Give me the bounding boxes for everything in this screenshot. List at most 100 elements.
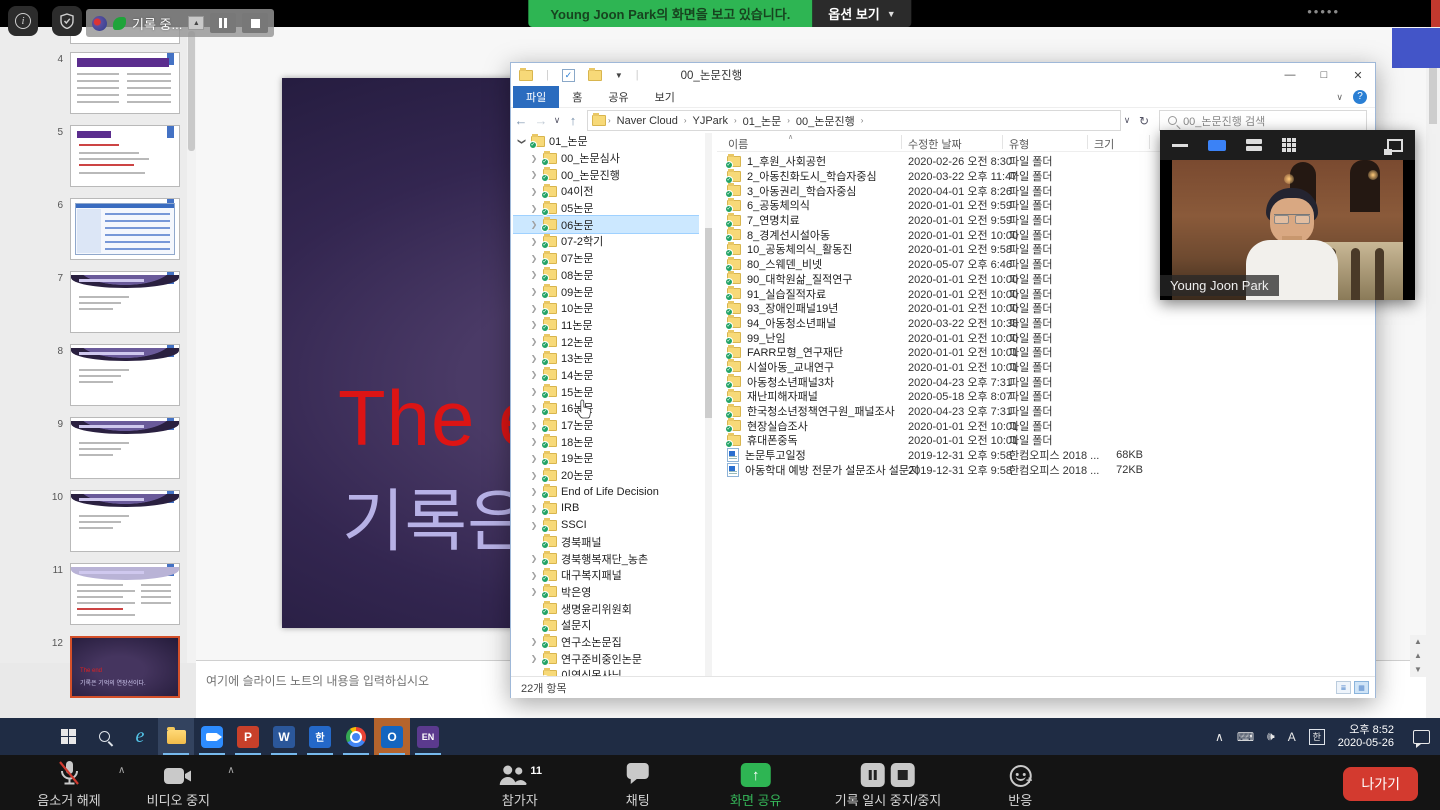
hancom-icon[interactable]: 한	[302, 718, 338, 755]
explorer-titlebar[interactable]: | ✓ ▼ | 00_논문진행 — □ ✕	[511, 63, 1375, 87]
speaker-icon[interactable]: 🕪	[1267, 729, 1275, 744]
tree-scrollbar[interactable]	[705, 133, 712, 676]
tree-item[interactable]: ❯✓05논문	[513, 200, 699, 217]
breadcrumb-segment[interactable]: Naver Cloud	[613, 115, 682, 127]
ribbon-expand-caret-icon[interactable]: ∨	[1336, 92, 1343, 103]
tree-item[interactable]: ❯✓12논문	[513, 333, 699, 350]
encryption-button[interactable]	[52, 6, 82, 36]
zoom-app-icon[interactable]	[194, 718, 230, 755]
more-options-icon[interactable]: •••••	[1307, 4, 1340, 19]
column-size[interactable]: 크기	[1094, 136, 1114, 152]
tree-item[interactable]: ❯✓19논문	[513, 450, 699, 467]
prev-slide-icon[interactable]: ▲	[1410, 649, 1426, 663]
tree-item[interactable]: ❯✓IRB	[513, 500, 699, 517]
slide-thumbnail[interactable]: The end기록은 기억의 연장선이다.	[70, 636, 180, 698]
tree-item[interactable]: ❯✓07논문	[513, 250, 699, 267]
tree-item[interactable]: ✓설문지	[513, 617, 699, 634]
breadcrumb-segment[interactable]: 01_논문	[739, 113, 786, 129]
share-screen-button[interactable]: ↑ 화면 공유	[717, 759, 795, 809]
refresh-icon[interactable]: ↻	[1139, 114, 1149, 128]
powerpoint-icon[interactable]: P	[230, 718, 266, 755]
slide-thumbnail[interactable]	[70, 52, 180, 114]
expander-icon[interactable]: ❯	[529, 471, 539, 480]
mic-options-caret-icon[interactable]: ∧	[118, 765, 125, 809]
expander-icon[interactable]: ❯	[529, 404, 539, 413]
ime-mode-indicator[interactable]: A	[1288, 730, 1296, 744]
expander-icon[interactable]: ❯	[529, 337, 539, 346]
leave-meeting-button[interactable]: 나가기	[1343, 767, 1418, 801]
minimize-button[interactable]: —	[1273, 63, 1307, 87]
taskbar-clock[interactable]: 오후 8:52 2020-05-26	[1338, 724, 1394, 750]
expander-icon[interactable]: ❯	[529, 554, 539, 563]
stop-video-button[interactable]: 비디오 중지	[139, 759, 217, 809]
tree-item[interactable]: ❯✓08논문	[513, 267, 699, 284]
tree-item[interactable]: ❯✓20논문	[513, 467, 699, 484]
expander-icon[interactable]: ❯	[529, 370, 539, 379]
tree-item[interactable]: ❯✓04이전	[513, 183, 699, 200]
expander-icon[interactable]: ❯	[529, 354, 539, 363]
strip-view-icon[interactable]	[1246, 139, 1262, 151]
tree-item[interactable]: ❯✓18논문	[513, 433, 699, 450]
tab-share[interactable]: 공유	[595, 86, 641, 108]
tree-item[interactable]: ❯✓연구소논문집	[513, 634, 699, 651]
expander-icon[interactable]: ❯	[529, 270, 539, 279]
maximize-button[interactable]: □	[1307, 63, 1341, 87]
slide-thumbnail[interactable]	[70, 344, 180, 406]
stop-recording-button[interactable]	[242, 13, 268, 33]
breadcrumb-segment[interactable]: 00_논문진행	[792, 113, 859, 129]
collapse-recording-icon[interactable]: ▲	[188, 16, 204, 30]
slide-thumbnail[interactable]	[70, 563, 180, 625]
word-icon[interactable]: W	[266, 718, 302, 755]
forward-icon[interactable]: →	[531, 113, 551, 128]
file-row[interactable]: ✓아동청소년패널3차2020-04-23 오후 7:31파일 폴더	[717, 374, 1375, 389]
unmute-button[interactable]: 음소거 해제	[30, 759, 108, 809]
close-button[interactable]: ✕	[1341, 63, 1375, 87]
slide-thumbnail[interactable]	[70, 271, 180, 333]
thumbnail-view-icon[interactable]: ▦	[1354, 681, 1369, 694]
file-row[interactable]: 아동학대 예방 전문가 설문조사 설문지2019-12-31 오후 9:58한컴…	[717, 462, 1375, 477]
tree-item[interactable]: ❯✓End of Life Decision	[513, 483, 699, 500]
expander-icon[interactable]: ❯	[529, 421, 539, 430]
tree-item[interactable]: ❯✓06논문	[513, 216, 699, 233]
chat-button[interactable]: 채팅	[599, 759, 677, 809]
slide-thumbnail-item[interactable]: 6	[0, 198, 196, 260]
video-options-caret-icon[interactable]: ∧	[227, 765, 234, 809]
expander-icon[interactable]: ❯	[529, 571, 539, 580]
tree-item[interactable]: ❯✓07-2학기	[513, 233, 699, 250]
slide-nav-buttons[interactable]: ▲ ▲ ▼	[1410, 635, 1426, 677]
slide-thumbnail[interactable]	[70, 125, 180, 187]
file-row[interactable]: ✓한국청소년정책연구원_패널조사2020-04-23 오후 7:31파일 폴더	[717, 404, 1375, 419]
tree-item[interactable]: ❯✓15논문	[513, 383, 699, 400]
network-icon[interactable]: ⌨	[1237, 730, 1254, 744]
scroll-up-icon[interactable]: ▲	[1410, 635, 1426, 649]
red-edge-button[interactable]	[1431, 0, 1440, 27]
slide-thumbnail[interactable]	[70, 417, 180, 479]
expander-icon[interactable]: ❯	[529, 637, 539, 646]
slide-thumbnail-item[interactable]: 9	[0, 417, 196, 479]
address-dropdown-caret-icon[interactable]: ∨	[1121, 115, 1133, 126]
slide-thumbnail-item[interactable]: 4	[0, 52, 196, 114]
slide-thumbnail-item[interactable]: 11	[0, 563, 196, 625]
qat-customize-caret-icon[interactable]: ▼	[615, 71, 623, 80]
pause-recording-button[interactable]	[210, 13, 236, 33]
canvas-scrollbar[interactable]	[1426, 27, 1440, 718]
back-icon[interactable]: ←	[511, 113, 531, 128]
tree-item[interactable]: ❯✓연구준비중인논문	[513, 650, 699, 667]
tree-item[interactable]: ❯✓11논문	[513, 317, 699, 334]
tree-item[interactable]: ❯✓대구복지패널	[513, 567, 699, 584]
expander-icon[interactable]: ❯	[529, 220, 539, 229]
next-slide-icon[interactable]: ▼	[1410, 663, 1426, 677]
endnote-icon[interactable]: EN	[410, 718, 446, 755]
tree-item[interactable]: ❯✓09논문	[513, 283, 699, 300]
expander-icon[interactable]: ❯	[529, 254, 539, 263]
file-row[interactable]: ✓93_장애인패널19년2020-01-01 오전 10:00파일 폴더	[717, 301, 1375, 316]
gallery-view-icon[interactable]	[1282, 138, 1296, 152]
meeting-info-button[interactable]: i	[8, 6, 38, 36]
file-row[interactable]: ✓FARR모형_연구재단2020-01-01 오전 10:01파일 폴더	[717, 345, 1375, 360]
minimize-bar-icon[interactable]	[1172, 144, 1188, 147]
expander-icon[interactable]: ❯	[529, 437, 539, 446]
column-type[interactable]: 유형	[1009, 136, 1029, 152]
ime-han-icon[interactable]: 한	[1309, 729, 1325, 745]
stop-recording-icon[interactable]	[891, 763, 915, 787]
up-icon[interactable]: ↑	[563, 113, 583, 128]
